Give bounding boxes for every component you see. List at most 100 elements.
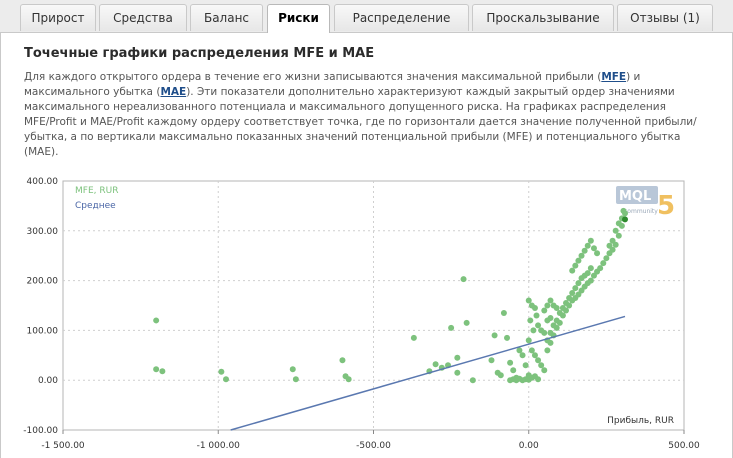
- watermark-sub: community: [624, 208, 658, 215]
- scatter-point: [510, 367, 517, 374]
- scatter-point: [544, 302, 551, 309]
- scatter-point: [569, 267, 576, 274]
- legend-series-mfe: MFE, RUR: [75, 186, 118, 196]
- watermark-digit: 5: [657, 191, 675, 221]
- scatter-point: [491, 332, 498, 339]
- scatter-point: [606, 242, 613, 249]
- scatter-point: [547, 297, 554, 304]
- scatter-point: [528, 347, 535, 354]
- y-tick-label: 0.00: [38, 376, 58, 386]
- scatter-point: [541, 307, 548, 314]
- x-tick-label: -1 500.00: [41, 441, 85, 451]
- scatter-point: [572, 285, 579, 292]
- x-tick-label: -500.00: [356, 441, 391, 451]
- y-tick-label: 300.00: [27, 227, 59, 237]
- scatter-point: [525, 297, 532, 304]
- scatter-point: [547, 314, 554, 321]
- x-tick-label: 0.00: [519, 441, 539, 451]
- scatter-point: [454, 354, 461, 361]
- scatter-point: [609, 237, 616, 244]
- scatter-point: [153, 317, 160, 324]
- scatter-point: [460, 276, 467, 283]
- scatter-point: [522, 362, 529, 369]
- scatter-point: [615, 232, 622, 239]
- scatter-point: [448, 324, 455, 331]
- scatter-point: [432, 361, 439, 368]
- scatter-point: [500, 309, 507, 316]
- scatter-point: [547, 329, 554, 336]
- scatter-point: [587, 237, 594, 244]
- scatter-point: [559, 304, 566, 311]
- scatter-point: [597, 265, 604, 272]
- scatter-point: [538, 362, 545, 369]
- x-tick-label: -1 000.00: [197, 441, 241, 451]
- scatter-points: [153, 207, 629, 384]
- chart-axes: 400.00 300.00 200.00 100.00 0.00 -100.00 -1 50…: [23, 177, 700, 451]
- scatter-point: [531, 352, 538, 359]
- scatter-point: [504, 334, 511, 341]
- scatter-point: [553, 304, 560, 311]
- scatter-point: [553, 317, 560, 324]
- scatter-point: [469, 377, 476, 384]
- scatter-point: [159, 368, 166, 375]
- scatter-point: [530, 327, 537, 334]
- scatter-point: [581, 247, 588, 254]
- scatter-point: [289, 366, 296, 373]
- scatter-point: [535, 357, 542, 364]
- scatter-point: [533, 312, 540, 319]
- scatter-point: [612, 227, 619, 234]
- chart-legend: MFE, RUR Среднее: [75, 186, 118, 211]
- scatter-point: [541, 329, 548, 336]
- scatter-point: [544, 347, 551, 354]
- scatter-point: [566, 295, 573, 302]
- scatter-point: [454, 369, 461, 376]
- scatter-point: [153, 366, 160, 373]
- chart-grid: [62, 180, 685, 431]
- scatter-point: [463, 319, 470, 326]
- trend-line: [230, 315, 626, 431]
- scatter-point: [507, 359, 514, 366]
- scatter-point: [594, 250, 601, 257]
- legend-series-average: Среднее: [75, 201, 116, 211]
- scatter-point: [218, 368, 225, 375]
- y-tick-label: -100.00: [23, 426, 58, 436]
- scatter-point: [541, 367, 548, 374]
- scatter-point-highlight: [622, 216, 629, 223]
- y-tick-label: 400.00: [27, 177, 59, 187]
- scatter-point: [535, 376, 542, 383]
- scatter-point: [535, 322, 542, 329]
- scatter-point: [615, 220, 622, 227]
- scatter-point: [569, 290, 576, 297]
- watermark-text: MQL: [619, 189, 651, 204]
- scatter-point: [519, 352, 526, 359]
- scatter-point: [575, 280, 582, 287]
- trend-line-group: [230, 315, 626, 431]
- y-tick-label: 100.00: [27, 326, 59, 336]
- scatter-point: [292, 376, 299, 383]
- scatter-point: [488, 357, 495, 364]
- scatter-point: [578, 252, 585, 259]
- scatter-point: [575, 257, 582, 264]
- scatter-point: [527, 317, 534, 324]
- scatter-point: [339, 357, 346, 364]
- scatter-point: [563, 300, 570, 307]
- scatter-point: [620, 207, 627, 214]
- scatter-point: [223, 376, 230, 383]
- scatter-point: [525, 337, 532, 344]
- x-axis-label: Прибыль, RUR: [607, 416, 674, 426]
- scatter-point: [584, 242, 591, 249]
- x-tick-label: 500.00: [668, 441, 700, 451]
- scatter-point: [531, 304, 538, 311]
- scatter-point: [556, 309, 563, 316]
- scatter-point: [600, 260, 607, 267]
- scatter-point: [590, 245, 597, 252]
- scatter-point: [603, 255, 610, 262]
- scatter-point: [497, 372, 504, 379]
- scatter-point: [587, 265, 594, 272]
- scatter-point: [345, 376, 352, 383]
- scatter-point: [587, 277, 594, 284]
- scatter-point: [584, 270, 591, 277]
- scatter-point: [572, 262, 579, 269]
- mfe-scatter-chart: MQL 5 community 400.00 300.00 200.00 100.00…: [23, 177, 700, 451]
- scatter-point: [550, 322, 557, 329]
